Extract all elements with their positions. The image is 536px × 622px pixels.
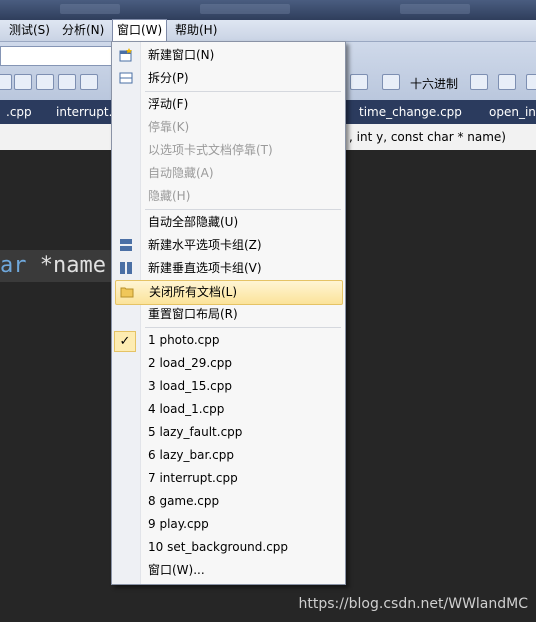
menu-item-float[interactable]: 浮动(F) [112, 93, 345, 116]
menu-item-auto-hide: 自动隐藏(A) [112, 162, 345, 185]
menu-item-dock: 停靠(K) [112, 116, 345, 139]
menu-item-label: 隐藏(H) [148, 189, 191, 203]
menu-item-split[interactable]: 拆分(P) [112, 67, 345, 90]
menu-item-label: 自动全部隐藏(U) [148, 215, 239, 229]
title-blur [200, 4, 290, 14]
menu-item-label: 10 set_background.cpp [148, 540, 289, 554]
menu-item-dock-tabbed: 以选项卡式文档停靠(T) [112, 139, 345, 162]
menu-item-label: 拆分(P) [148, 71, 189, 85]
menu-item-window-1[interactable]: ✓ 1 photo.cpp [112, 329, 345, 352]
menu-item-window-7[interactable]: 7 interrupt.cpp [112, 467, 345, 490]
folder-icon [120, 287, 134, 298]
menu-item-label: 停靠(K) [148, 120, 190, 134]
menu-item-new-vertical-tab-group[interactable]: 新建垂直选项卡组(V) [112, 257, 345, 280]
menu-analyze[interactable]: 分析(N) [58, 20, 108, 41]
menu-separator [145, 327, 341, 328]
code-identifier: *name [26, 253, 106, 278]
tab-cpp[interactable]: .cpp [0, 100, 38, 124]
menu-item-label: 3 load_15.cpp [148, 379, 233, 393]
split-icon [119, 72, 133, 84]
menu-item-windows-dialog[interactable]: 窗口(W)... [112, 559, 345, 582]
debug-search-icon[interactable] [382, 74, 400, 90]
uncomment-icon[interactable] [36, 74, 54, 90]
menu-item-label: 2 load_29.cpp [148, 356, 233, 370]
function-signature[interactable]: , int y, const char * name) [349, 130, 506, 144]
menu-item-window-10[interactable]: 10 set_background.cpp [112, 536, 345, 559]
step-icon[interactable] [470, 74, 488, 90]
watermark: https://blog.csdn.net/WWlandMC [298, 596, 528, 612]
menu-item-new-window[interactable]: 新建窗口(N) [112, 44, 345, 67]
menu-item-label: 4 load_1.cpp [148, 402, 225, 416]
title-blur [60, 4, 120, 14]
menu-item-label: 6 lazy_bar.cpp [148, 448, 234, 462]
menu-item-window-9[interactable]: 9 play.cpp [112, 513, 345, 536]
menu-item-reset-layout[interactable]: 重置窗口布局(R) [112, 303, 345, 326]
menu-item-label: 自动隐藏(A) [148, 166, 214, 180]
menu-item-label: 8 game.cpp [148, 494, 220, 508]
menu-item-label: 关闭所有文档(L) [149, 285, 238, 299]
menu-item-new-horizontal-tab-group[interactable]: 新建水平选项卡组(Z) [112, 234, 345, 257]
menu-item-window-5[interactable]: 5 lazy_fault.cpp [112, 421, 345, 444]
menu-help[interactable]: 帮助(H) [171, 20, 221, 41]
menu-item-window-4[interactable]: 4 load_1.cpp [112, 398, 345, 421]
menu-item-window-8[interactable]: 8 game.cpp [112, 490, 345, 513]
toolbar-icon[interactable] [0, 74, 12, 90]
menu-item-label: 新建水平选项卡组(Z) [148, 238, 262, 252]
menu-bar: 测试(S) 分析(N) 窗口(W) 帮助(H) [0, 19, 536, 42]
menu-separator [145, 91, 341, 92]
bookmark-prev-icon[interactable] [58, 74, 76, 90]
tab-interrupt[interactable]: interrupt. [50, 100, 118, 124]
code-line: ar *name [0, 250, 112, 282]
new-window-icon [119, 48, 132, 62]
menu-item-label: 重置窗口布局(R) [148, 307, 238, 321]
menu-window[interactable]: 窗口(W) [112, 19, 168, 41]
title-bar [0, 0, 536, 20]
hex-toggle[interactable]: 十六进制 [410, 75, 458, 92]
overflow-icon[interactable] [526, 74, 536, 90]
checkmark-icon: ✓ [114, 331, 136, 352]
menu-item-window-2[interactable]: 2 load_29.cpp [112, 352, 345, 375]
menu-item-hide: 隐藏(H) [112, 185, 345, 208]
vertical-tab-group-icon [120, 262, 132, 274]
horizontal-tab-group-icon [120, 239, 132, 251]
menu-item-label: 新建垂直选项卡组(V) [148, 261, 262, 275]
tab-open-inf[interactable]: open_inf [483, 100, 536, 124]
menu-item-label: 浮动(F) [148, 97, 189, 111]
menu-item-label: 5 lazy_fault.cpp [148, 425, 243, 439]
menu-item-auto-hide-all[interactable]: 自动全部隐藏(U) [112, 211, 345, 234]
menu-item-label: 7 interrupt.cpp [148, 471, 238, 485]
menu-item-label: 新建窗口(N) [148, 48, 215, 62]
menu-test[interactable]: 测试(S) [5, 20, 54, 41]
menu-item-window-3[interactable]: 3 load_15.cpp [112, 375, 345, 398]
bookmark-next-icon[interactable] [80, 74, 98, 90]
code-keyword: ar [0, 253, 27, 278]
menu-item-window-6[interactable]: 6 lazy_bar.cpp [112, 444, 345, 467]
tab-time-change[interactable]: time_change.cpp [353, 100, 468, 124]
title-blur [400, 4, 470, 14]
menu-item-label: 9 play.cpp [148, 517, 209, 531]
window-menu-dropdown: 新建窗口(N) 拆分(P) 浮动(F) 停靠(K) 以选项卡式文档停靠(T) 自… [111, 41, 346, 585]
menu-item-label: 1 photo.cpp [148, 333, 220, 347]
format-icon[interactable] [350, 74, 368, 90]
menu-separator [145, 209, 341, 210]
comment-icon[interactable] [14, 74, 32, 90]
breakpoint-icon[interactable] [498, 74, 516, 90]
menu-item-label: 以选项卡式文档停靠(T) [148, 143, 273, 157]
menu-item-label: 窗口(W)... [148, 563, 205, 577]
solution-config-combo[interactable] [0, 46, 112, 66]
menu-item-close-all-documents[interactable]: 关闭所有文档(L) [115, 280, 343, 305]
